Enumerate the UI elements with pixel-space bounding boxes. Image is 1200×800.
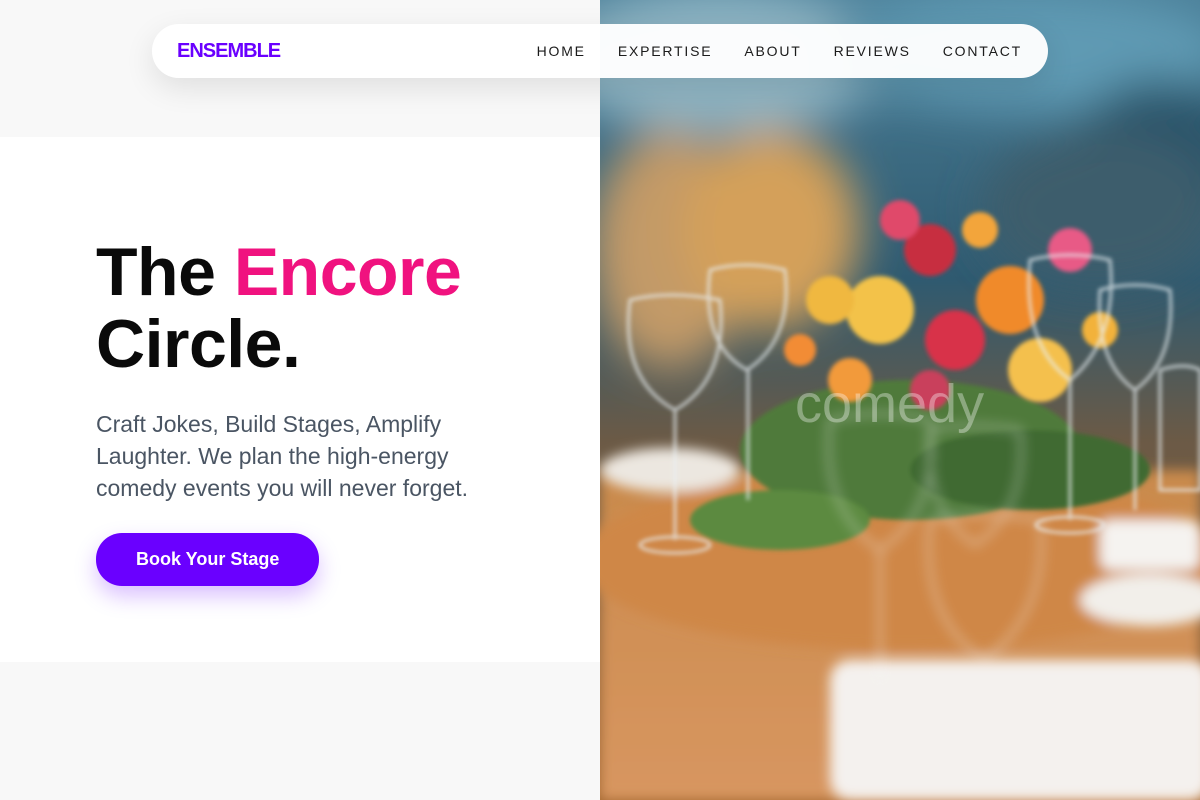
hero-subtitle: Craft Jokes, Build Stages, Amplify Laugh… bbox=[96, 411, 469, 501]
nav-link-expertise[interactable]: EXPERTISE bbox=[618, 43, 713, 59]
hero-section: The Encore Circle. Craft Jokes, Build St… bbox=[96, 236, 566, 586]
nav-link-about[interactable]: ABOUT bbox=[744, 43, 801, 59]
hero-title: The Encore Circle. bbox=[96, 236, 566, 380]
nav-link-contact[interactable]: CONTACT bbox=[943, 43, 1022, 59]
photo-watermark: comedy bbox=[795, 374, 984, 434]
hero-bottom-band bbox=[0, 662, 600, 800]
nav-link-home[interactable]: HOME bbox=[537, 43, 586, 59]
hero-title-part2: Circle. bbox=[96, 306, 301, 382]
hero-title-part1: The bbox=[96, 234, 216, 310]
nav-links: HOME EXPERTISE ABOUT REVIEWS CONTACT bbox=[505, 43, 1022, 59]
top-navbar: ENSEMBLE HOME EXPERTISE ABOUT REVIEWS CO… bbox=[152, 24, 1048, 78]
hero-title-accent: Encore bbox=[233, 234, 462, 310]
brand-logo[interactable]: ENSEMBLE bbox=[177, 40, 281, 63]
book-your-stage-button[interactable]: Book Your Stage bbox=[96, 533, 320, 586]
nav-link-reviews[interactable]: REVIEWS bbox=[834, 43, 911, 59]
hero-event-photo: comedy bbox=[600, 0, 1200, 800]
